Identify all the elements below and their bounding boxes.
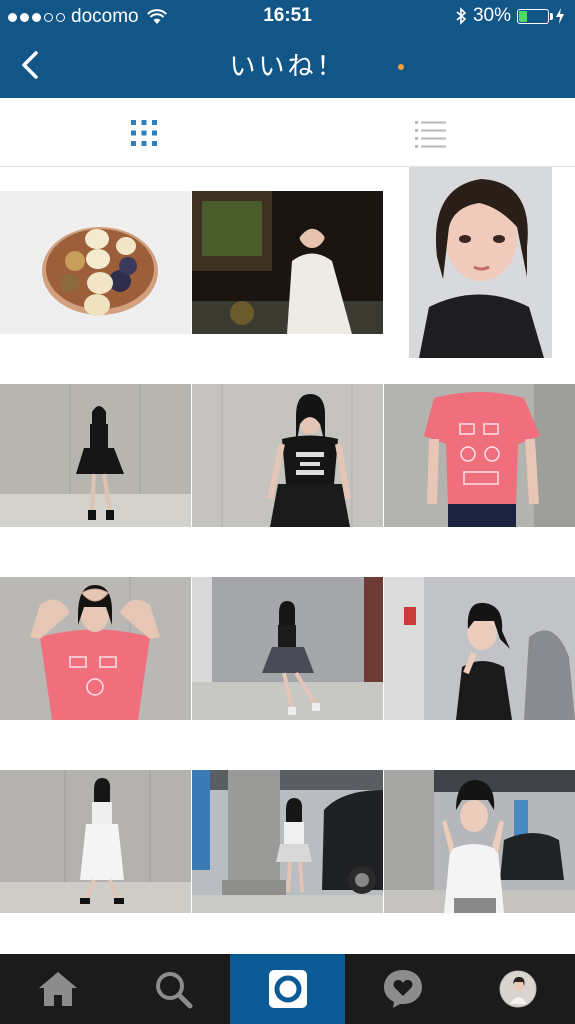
avatar <box>499 970 536 1008</box>
battery-percent: 30% <box>472 5 511 26</box>
grid-photo[interactable] <box>0 167 191 358</box>
home-icon <box>38 972 77 1006</box>
pink-tee-closeup-photo <box>384 384 575 527</box>
tab-home[interactable] <box>0 954 115 1024</box>
standing-black-skirt-photo <box>0 384 191 527</box>
grid-view-icon[interactable] <box>127 116 161 150</box>
photo-grid <box>0 167 575 954</box>
camera-icon <box>268 970 307 1008</box>
bluetooth-icon <box>456 7 467 25</box>
grid-photo[interactable] <box>192 167 383 358</box>
white-skirt-wall-photo <box>0 770 191 913</box>
grid-photo[interactable] <box>384 770 575 913</box>
grid-photo[interactable] <box>192 577 383 720</box>
page-title: いいね！ <box>229 51 346 81</box>
nav-bar: いいね！ <box>0 32 575 98</box>
girl-white-coat-photo <box>192 191 383 334</box>
list-view-icon[interactable] <box>413 116 447 150</box>
grid-photo[interactable] <box>192 770 383 913</box>
parking-garage-pose-photo <box>192 577 383 720</box>
born-to-be-free-photo <box>192 384 383 527</box>
grid-photo[interactable] <box>0 577 191 720</box>
grid-photo[interactable] <box>384 577 575 720</box>
tab-profile[interactable] <box>460 954 575 1024</box>
status-bar: docomo 16:51 30% <box>0 0 575 32</box>
view-toggle-bar <box>0 98 575 167</box>
tab-search[interactable] <box>115 954 230 1024</box>
charging-bolt-icon <box>556 8 564 24</box>
tab-bar <box>0 954 575 1024</box>
peace-sign-hat-photo <box>384 770 575 913</box>
selfie-black-top-photo <box>409 167 552 358</box>
grid-photo[interactable] <box>0 770 191 913</box>
notification-dot <box>398 64 404 70</box>
grid-photo[interactable] <box>0 384 191 527</box>
grid-photo[interactable] <box>409 167 575 358</box>
tab-camera[interactable] <box>230 954 345 1024</box>
grid-photo[interactable] <box>192 384 383 527</box>
activity-heart-icon <box>383 970 422 1008</box>
acai-bowl-photo <box>0 191 191 334</box>
side-profile-ponytail-photo <box>384 577 575 720</box>
battery-icon <box>517 8 553 24</box>
pillar-parking-lot-photo <box>192 770 383 913</box>
grid-photo[interactable] <box>384 384 575 527</box>
tab-activity[interactable] <box>345 954 460 1024</box>
heart-hands-photo <box>0 577 191 720</box>
search-icon <box>155 972 192 1009</box>
top-bar: docomo 16:51 30% いいね！ <box>0 0 575 98</box>
